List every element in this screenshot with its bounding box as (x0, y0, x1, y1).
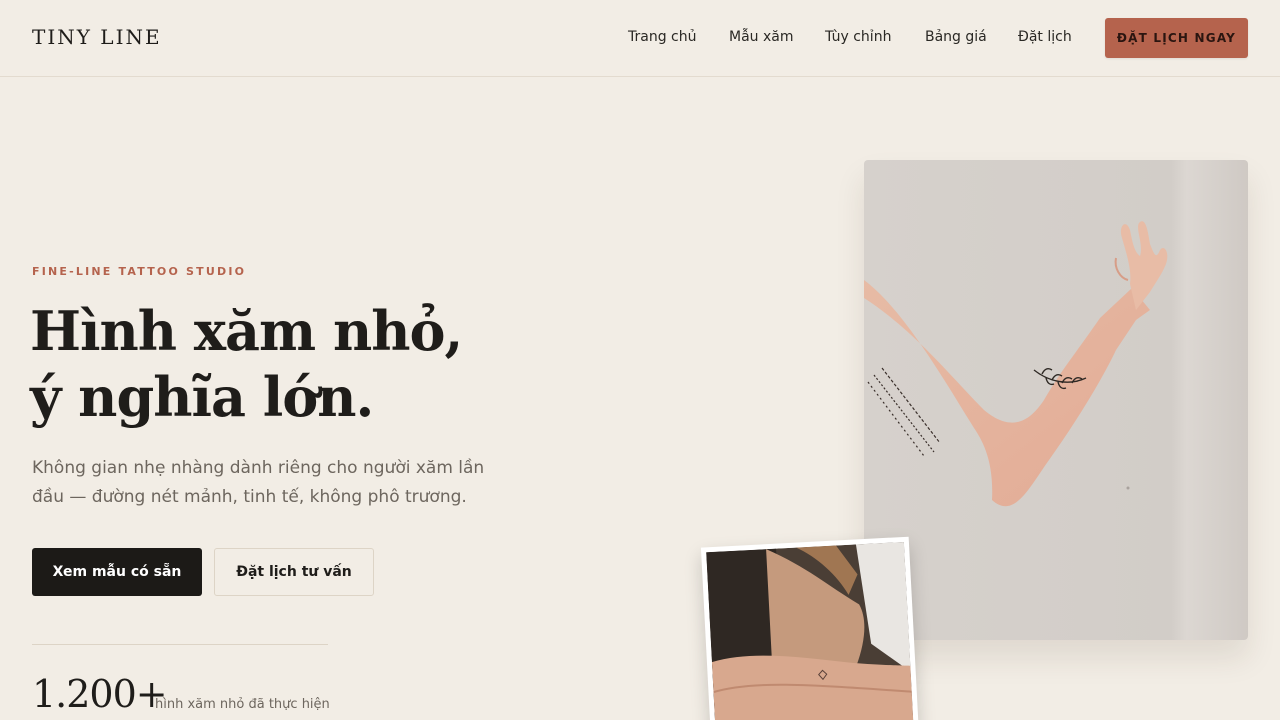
nav-link-booking[interactable]: Đặt lịch (1018, 29, 1072, 45)
view-designs-button[interactable]: Xem mẫu có sẵn (32, 548, 202, 596)
book-now-button[interactable]: ĐẶT LỊCH NGAY (1105, 18, 1248, 58)
nav-links: Trang chủ Mẫu xăm Tùy chỉnh Bảng giá Đặt… (0, 29, 1280, 49)
nav-link-custom[interactable]: Tùy chỉnh (825, 29, 891, 45)
hero-headline-line-2: ý nghĩa lớn. (30, 365, 374, 429)
stat-divider (32, 644, 328, 645)
hero-lead: Không gian nhẹ nhàng dành riêng cho ngườ… (32, 458, 485, 507)
stat-label: hình xăm nhỏ đã thực hiện (155, 697, 330, 712)
nav-link-home[interactable]: Trang chủ (628, 29, 696, 45)
nav-link-pricing[interactable]: Bảng giá (925, 29, 987, 45)
stat-value: 1.200+ (32, 672, 168, 716)
hero-photo-arm-tattoo (864, 160, 1248, 640)
wrist-tattoo-image (706, 541, 914, 720)
hero-headline: Hình xăm nhỏ, ý nghĩa lớn. (30, 298, 590, 430)
hero-eyebrow: FINE-LINE TATTOO STUDIO (32, 265, 247, 278)
hero-headline-line-1: Hình xăm nhỏ, (30, 299, 463, 363)
book-consultation-button[interactable]: Đặt lịch tư vấn (214, 548, 374, 596)
arm-tattoo-image (864, 160, 1248, 640)
nav-link-designs[interactable]: Mẫu xăm (729, 29, 793, 45)
top-nav: TINY LINE Trang chủ Mẫu xăm Tùy chỉnh Bả… (0, 0, 1280, 77)
hero-photo-wrist-tattoo (700, 536, 920, 720)
